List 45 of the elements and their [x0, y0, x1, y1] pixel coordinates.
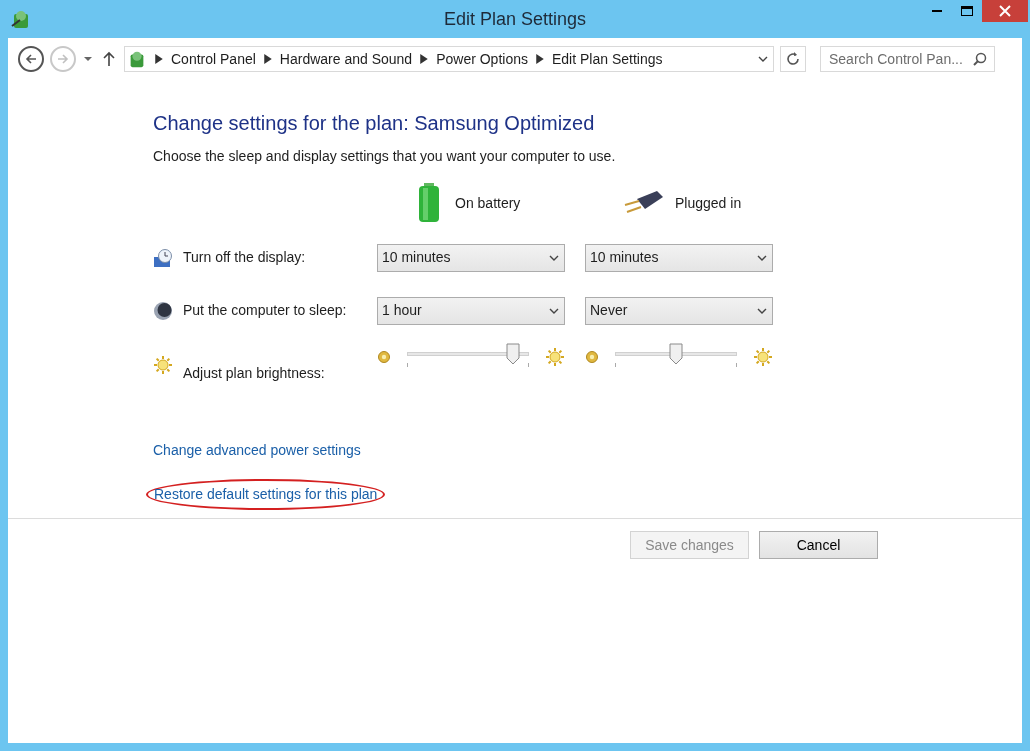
breadcrumb-item[interactable]: Power Options — [436, 48, 528, 70]
caret-right-icon — [420, 54, 429, 64]
dropdown[interactable]: Never — [585, 296, 773, 325]
dropdown[interactable]: 10 minutes — [585, 243, 773, 272]
sun-icon — [545, 347, 565, 367]
power-source-label: On battery — [455, 193, 521, 213]
window-title: Edit Plan Settings — [443, 7, 587, 31]
refresh-icon — [785, 51, 801, 67]
refresh-button[interactable] — [780, 46, 806, 72]
caret-right-icon — [263, 54, 272, 64]
sun-icon — [153, 355, 173, 375]
caret-right-icon — [535, 54, 544, 64]
page-description: Choose the sleep and display settings that you want your computer to use. — [153, 147, 617, 166]
back-button[interactable] — [18, 46, 44, 72]
breadcrumb-item[interactable]: Control Panel — [171, 48, 256, 70]
setting-label: Put the computer to sleep: — [183, 301, 347, 320]
arrow-up-icon — [103, 51, 115, 67]
dim-sun-icon — [377, 350, 391, 364]
dropdown[interactable]: 10 minutes — [377, 243, 565, 272]
moon-icon — [153, 300, 173, 321]
address-bar[interactable]: Control Panel Hardware and Sound Power Options Edit Plan Settings — [124, 46, 774, 72]
power-source-label: Plugged in — [675, 193, 742, 213]
search-field[interactable]: Search Control Pan... — [820, 46, 995, 72]
dim-sun-icon — [585, 350, 599, 364]
link[interactable]: Change advanced power settings — [153, 440, 361, 461]
recent-dropdown-button[interactable] — [82, 55, 94, 63]
slider-thumb[interactable] — [506, 343, 521, 365]
setting-label: Turn off the display: — [183, 248, 306, 267]
search-icon — [973, 52, 987, 66]
arrow-right-icon — [57, 53, 69, 65]
slider-thumb[interactable] — [669, 343, 683, 365]
close-button[interactable] — [982, 0, 1028, 22]
link[interactable]: Restore default settings for this plan — [146, 479, 386, 510]
arrow-left-icon — [25, 53, 37, 65]
caret-down-icon — [84, 55, 92, 63]
dropdown[interactable]: 1 hour — [377, 296, 565, 325]
caret-right-icon — [155, 54, 163, 64]
breadcrumb-item[interactable]: Hardware and Sound — [279, 48, 413, 70]
dialog-button[interactable]: Cancel — [759, 531, 878, 559]
page-heading: Change settings for the plan: Samsung Optimized — [153, 111, 596, 136]
close-icon — [999, 5, 1011, 17]
breadcrumb-item[interactable]: Edit Plan Settings — [551, 48, 663, 70]
monitor-clock-icon — [153, 247, 173, 268]
setting-label: Adjust plan brightness: — [183, 363, 325, 383]
sun-icon — [753, 347, 773, 367]
